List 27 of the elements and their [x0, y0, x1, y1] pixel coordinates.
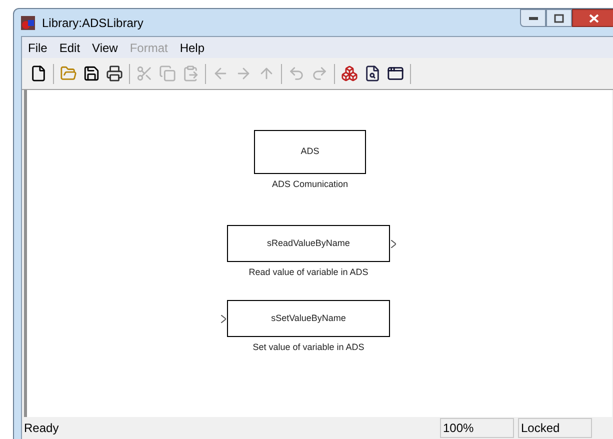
restore-icon	[554, 14, 564, 22]
block-caption: ADS Comunication	[270, 178, 350, 191]
minimize-icon	[528, 16, 538, 20]
status-message: Ready	[23, 420, 60, 436]
document-search-icon[interactable]	[364, 65, 381, 82]
close-button[interactable]	[572, 9, 613, 27]
block-caption: Set value of variable in ADS	[252, 341, 366, 354]
app-icon	[20, 14, 36, 30]
block[interactable]: sReadValueByName	[227, 225, 390, 262]
menu-item[interactable]: Edit	[55, 38, 84, 56]
window-title: Library:ADSLibrary	[42, 14, 144, 32]
menu-item[interactable]: File	[24, 38, 52, 56]
folder-icon[interactable]	[60, 65, 77, 82]
window-icon[interactable]	[387, 65, 404, 82]
menu-item[interactable]: Help	[176, 38, 209, 56]
minimize-button[interactable]	[520, 9, 546, 27]
printer-icon[interactable]	[106, 65, 123, 82]
blocks-icon[interactable]	[341, 65, 358, 82]
block-caption: Read value of variable in ADS	[248, 266, 370, 279]
menu-item[interactable]: View	[88, 38, 122, 56]
maximize-button[interactable]	[546, 9, 572, 27]
lock-status: Locked	[518, 418, 592, 438]
close-icon	[589, 14, 599, 22]
block[interactable]: sSetValueByName	[227, 300, 390, 337]
zoom-level: 100%	[440, 418, 514, 438]
new-file-icon[interactable]	[30, 65, 47, 82]
block[interactable]: ADS	[254, 130, 366, 174]
